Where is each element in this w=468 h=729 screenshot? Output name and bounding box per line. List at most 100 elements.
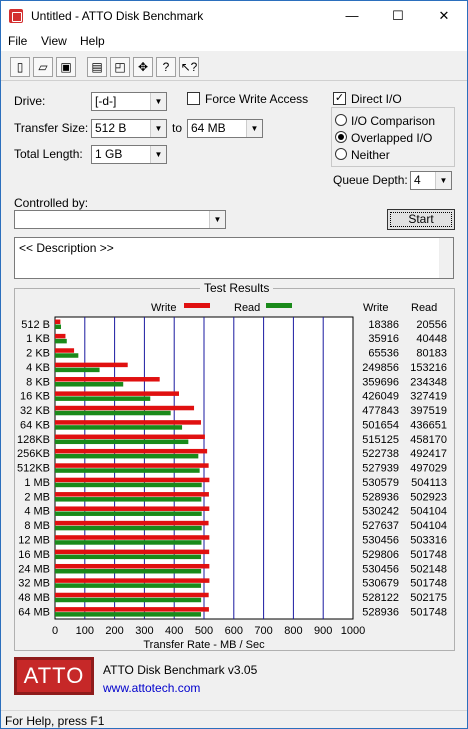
x-tick-label: 1000 — [341, 625, 365, 637]
read-value: 458170 — [410, 434, 447, 446]
legend-write-swatch — [184, 303, 210, 308]
read-value: 504113 — [411, 477, 447, 489]
write-value: 527637 — [362, 520, 399, 532]
read-bar — [55, 482, 202, 488]
read-value: 20556 — [416, 319, 447, 331]
category-label: 512KB — [17, 463, 50, 475]
read-value: 436651 — [410, 419, 447, 431]
write-value: 527939 — [362, 463, 399, 475]
write-value: 530579 — [362, 477, 399, 489]
write-value: 528122 — [362, 592, 399, 604]
write-bar — [55, 463, 209, 468]
category-label: 32 KB — [20, 405, 50, 417]
legend-read-swatch — [266, 303, 292, 308]
category-label: 1 KB — [26, 333, 50, 345]
atto-logo: ATTO — [14, 657, 94, 695]
write-value: 501654 — [362, 419, 399, 431]
read-value: 503316 — [410, 535, 447, 547]
read-value: 492417 — [410, 448, 447, 460]
x-tick-label: 900 — [314, 625, 332, 637]
app-window: Untitled - ATTO Disk Benchmark — ☐ ✕ Fil… — [0, 0, 468, 729]
write-value: 530456 — [362, 535, 399, 547]
category-label: 512 B — [21, 319, 50, 331]
category-label: 1 MB — [24, 477, 50, 489]
write-value: 528936 — [362, 606, 399, 618]
read-bar — [55, 583, 202, 588]
category-label: 16 KB — [20, 391, 50, 403]
read-bar — [55, 338, 67, 344]
read-value: 234348 — [410, 376, 447, 388]
write-bar — [55, 520, 209, 526]
read-bar — [55, 612, 202, 617]
read-bar — [55, 367, 100, 373]
legend-write-label: Write — [151, 302, 176, 314]
read-value: 504104 — [410, 520, 447, 532]
read-bar — [55, 568, 202, 574]
legend-read-label: Read — [234, 302, 260, 314]
write-bar — [55, 420, 201, 425]
read-bar — [55, 425, 183, 430]
x-tick-label: 700 — [254, 625, 272, 637]
write-bar — [55, 348, 75, 353]
write-value: 515125 — [362, 434, 399, 446]
read-value: 501748 — [410, 549, 447, 561]
read-value: 502148 — [410, 563, 447, 575]
x-tick-label: 400 — [165, 625, 183, 637]
write-bar — [55, 607, 209, 612]
read-bar — [55, 453, 199, 459]
write-bar — [55, 578, 210, 583]
read-value: 40448 — [416, 333, 447, 345]
read-value: 397519 — [410, 405, 447, 417]
write-bar — [55, 535, 210, 540]
benchmark-chart: Write Read Write Read 512 B 18386 20556 1 KB 359… — [17, 302, 447, 651]
x-tick-label: 200 — [105, 625, 123, 637]
category-label: 32 MB — [18, 578, 50, 590]
write-value: 477843 — [362, 405, 399, 417]
write-value: 426049 — [362, 391, 399, 403]
read-bar — [55, 597, 202, 603]
read-bar — [55, 525, 202, 531]
x-tick-label: 300 — [135, 625, 153, 637]
write-bar — [55, 391, 179, 396]
read-bar — [55, 540, 202, 545]
category-label: 64 MB — [18, 606, 50, 618]
category-label: 8 MB — [24, 520, 50, 532]
x-tick-label: 800 — [284, 625, 302, 637]
read-value: 502175 — [410, 592, 447, 604]
x-tick-label: 500 — [195, 625, 213, 637]
category-label: 24 MB — [18, 563, 50, 575]
write-bar — [55, 506, 210, 511]
write-bar — [55, 563, 210, 569]
website-link[interactable]: www.attotech.com — [103, 681, 200, 695]
category-label: 128KB — [17, 434, 50, 446]
category-label: 4 MB — [24, 506, 50, 518]
read-bar — [55, 410, 171, 416]
category-label: 4 KB — [26, 362, 50, 374]
product-version: ATTO Disk Benchmark v3.05 — [103, 663, 258, 677]
read-bar — [55, 468, 200, 473]
column-read-header: Read — [411, 302, 437, 314]
write-value: 522738 — [362, 448, 399, 460]
x-axis-label: Transfer Rate - MB / Sec — [143, 639, 265, 651]
read-bar — [55, 497, 202, 502]
write-value: 528936 — [362, 491, 399, 503]
write-bar — [55, 319, 61, 324]
read-bar — [55, 439, 189, 445]
category-label: 16 MB — [18, 549, 50, 561]
x-tick-label: 100 — [76, 625, 94, 637]
status-text: For Help, press F1 — [5, 714, 105, 728]
write-value: 359696 — [362, 376, 399, 388]
category-label: 64 KB — [20, 419, 50, 431]
category-label: 8 KB — [26, 376, 50, 388]
write-value: 65536 — [368, 348, 399, 360]
write-bar — [55, 549, 210, 555]
write-value: 530456 — [362, 563, 399, 575]
read-value: 80183 — [416, 348, 447, 360]
write-value: 529806 — [362, 549, 399, 561]
read-value: 497029 — [410, 463, 447, 475]
write-bar — [55, 362, 128, 368]
read-bar — [55, 554, 202, 560]
write-bar — [55, 592, 209, 598]
category-label: 2 MB — [24, 491, 50, 503]
column-write-header: Write — [363, 302, 388, 314]
